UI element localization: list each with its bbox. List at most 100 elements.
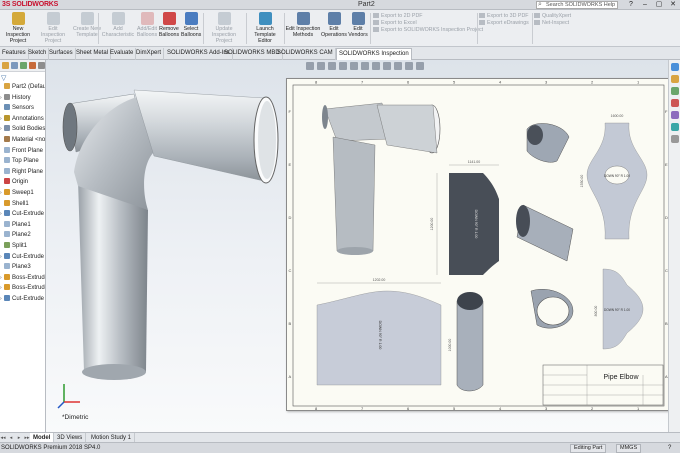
tree-item[interactable]: › Solid Bodies	[0, 124, 45, 135]
graphics-area[interactable]: *Dimetric 8877665544332211FFEEDDCCBBAA D…	[46, 60, 680, 432]
pipe-elbow-3d-model[interactable]	[46, 60, 286, 432]
edit-operations-button[interactable]: Edit Operations	[321, 12, 347, 38]
restore-button[interactable]: ▢	[652, 0, 666, 10]
section-view-icon[interactable]	[339, 62, 347, 70]
tree-item[interactable]: Plane2	[0, 230, 31, 241]
forum-icon[interactable]	[670, 135, 679, 143]
tree-item[interactable]: › History	[0, 93, 31, 104]
tree-item-label: Part2 (Default<	[12, 84, 46, 90]
flat-pattern-dark: DOWN 90° R 1.00 1141.00 1200.00	[430, 160, 499, 275]
tab-sketch[interactable]: Sketch	[26, 48, 50, 60]
appearances-icon[interactable]	[670, 111, 679, 119]
tab-surfaces[interactable]: Surfaces	[47, 48, 76, 60]
add-characteristic-button[interactable]: Add Characteristic	[101, 12, 135, 38]
plane-icon	[4, 146, 10, 153]
tree-item[interactable]: › Boss-Extrude	[0, 273, 45, 284]
add-edit-balloons-button[interactable]: Add/Edit Balloons	[136, 12, 158, 38]
tree-item[interactable]: Right Plane	[0, 167, 43, 178]
tree-item[interactable]: Sensors	[0, 103, 34, 114]
edit-inspection-project-button[interactable]: Edit Inspection Project	[36, 12, 70, 44]
tree-item-label: Right Plane	[12, 168, 44, 175]
update-icon	[217, 12, 231, 25]
tree-item[interactable]: Origin	[0, 177, 28, 188]
apply-scene-icon[interactable]	[405, 62, 413, 70]
property-manager-icon[interactable]	[11, 62, 18, 69]
select-balloons-button[interactable]: Select Balloons	[181, 12, 201, 38]
tree-item[interactable]: › Sweep1	[0, 188, 34, 199]
sheet-border-letter: B	[289, 321, 292, 326]
new-inspection-project-button[interactable]: New Inspection Project	[1, 12, 35, 44]
export-inspection-project-item[interactable]: Export to SOLIDWORKS Inspection Project	[373, 27, 483, 34]
design-library-icon[interactable]	[670, 75, 679, 83]
more-arrow-icon[interactable]	[38, 62, 45, 69]
close-button[interactable]: ✕	[666, 0, 680, 10]
template-editor-icon	[258, 12, 272, 25]
sheet-border-number: 3	[545, 406, 548, 411]
vendors-icon	[351, 12, 365, 25]
feature-manager-icon[interactable]	[2, 62, 9, 69]
tab-sheet-metal[interactable]: Sheet Metal	[74, 48, 112, 60]
unit-system[interactable]: MMGS	[616, 444, 642, 453]
tab-solidworks-inspection[interactable]: SOLIDWORKS Inspection	[336, 48, 412, 60]
zoom-to-fit-icon[interactable]	[306, 62, 314, 70]
file-explorer-icon[interactable]	[670, 87, 679, 95]
hide-show-icon[interactable]	[383, 62, 391, 70]
tab-solidworks-cam[interactable]: SOLIDWORKS CAM	[275, 48, 336, 60]
tree-item[interactable]: › Boss-Extrude	[0, 283, 45, 294]
tree-item[interactable]: Front Plane	[0, 146, 43, 157]
zoom-area-icon[interactable]	[317, 62, 325, 70]
tab-features[interactable]: Features	[0, 48, 29, 60]
tree-item[interactable]: Split1	[0, 241, 27, 252]
display-style-icon[interactable]	[372, 62, 380, 70]
update-inspection-project-button[interactable]: Update Inspection Project	[204, 12, 244, 44]
export-2d-pdf-item[interactable]: Export to 2D PDF	[373, 13, 483, 20]
export-edrawings-item[interactable]: Export eDrawings	[479, 20, 529, 27]
net-inspect-item[interactable]: Net-Inspect	[534, 20, 571, 27]
qualityxpert-item[interactable]: QualityXpert	[534, 13, 571, 20]
help-question-icon[interactable]: ?	[624, 0, 638, 10]
edit-inspection-methods-button[interactable]: Edit Inspection Methods	[285, 12, 321, 38]
tree-item[interactable]: Plane3	[0, 262, 31, 273]
tab-solidworks-mbd[interactable]: SOLIDWORKS MBD	[222, 48, 283, 60]
sheet-border-number: 5	[453, 80, 456, 85]
help-search-input[interactable]: ⌕ Search SOLIDWORKS Help	[536, 1, 618, 9]
remove-balloons-button[interactable]: Remove Balloons	[158, 12, 180, 38]
command-tabs: Features Sketch Surfaces Sheet Metal Eva…	[0, 47, 680, 60]
tree-item[interactable]: › Cut-Extrude	[0, 209, 44, 220]
launch-template-editor-button[interactable]: Launch Template Editor	[247, 12, 283, 44]
view-orientation-icon[interactable]	[361, 62, 369, 70]
tree-item[interactable]: Part2 (Default<	[0, 82, 46, 93]
tab-dimxpert[interactable]: DimXpert	[134, 48, 165, 60]
sheet-border-number: 8	[315, 406, 318, 411]
dynamic-annotation-icon[interactable]	[350, 62, 358, 70]
tree-item[interactable]: Top Plane	[0, 156, 39, 167]
dimxpert-manager-icon[interactable]	[29, 62, 36, 69]
help-icon[interactable]: ?	[668, 443, 671, 453]
custom-properties-icon[interactable]	[670, 123, 679, 131]
tree-item-label: Cut-Extrude	[12, 211, 45, 218]
tree-item[interactable]: › Cut-Extrude	[0, 294, 44, 305]
filter-icon[interactable]: ▽	[1, 74, 6, 82]
edit-vendors-button[interactable]: Edit Vendors	[347, 12, 369, 38]
previous-view-icon[interactable]	[328, 62, 336, 70]
export-3d-pdf-item[interactable]: Export to 3D PDF	[479, 13, 529, 20]
edit-appearance-icon[interactable]	[394, 62, 402, 70]
view-settings-icon[interactable]	[416, 62, 424, 70]
sheet-border-letter: C	[289, 268, 292, 273]
tree-item-label: Top Plane	[12, 158, 39, 165]
tree-item[interactable]: Shell1	[0, 199, 29, 210]
drawing-title: Pipe Elbow	[603, 374, 639, 381]
tree-item[interactable]: › Annotations	[0, 114, 44, 125]
tab-evaluate[interactable]: Evaluate	[108, 48, 137, 60]
drawing-sheet[interactable]: 8877665544332211FFEEDDCCBBAA DOWN 90° R …	[286, 78, 669, 411]
export-excel-item[interactable]: Export to Excel	[373, 20, 483, 27]
configuration-manager-icon[interactable]	[20, 62, 27, 69]
tree-item[interactable]: › Cut-Extrude	[0, 252, 44, 263]
tree-item[interactable]: Material <no	[0, 135, 45, 146]
sheet-border-number: 1	[637, 80, 640, 85]
solidworks-resources-icon[interactable]	[670, 63, 679, 71]
tree-item[interactable]: Plane1	[0, 220, 31, 231]
minimize-button[interactable]: –	[638, 0, 652, 10]
view-palette-icon[interactable]	[670, 99, 679, 107]
title-block: Pipe Elbow	[542, 364, 664, 406]
